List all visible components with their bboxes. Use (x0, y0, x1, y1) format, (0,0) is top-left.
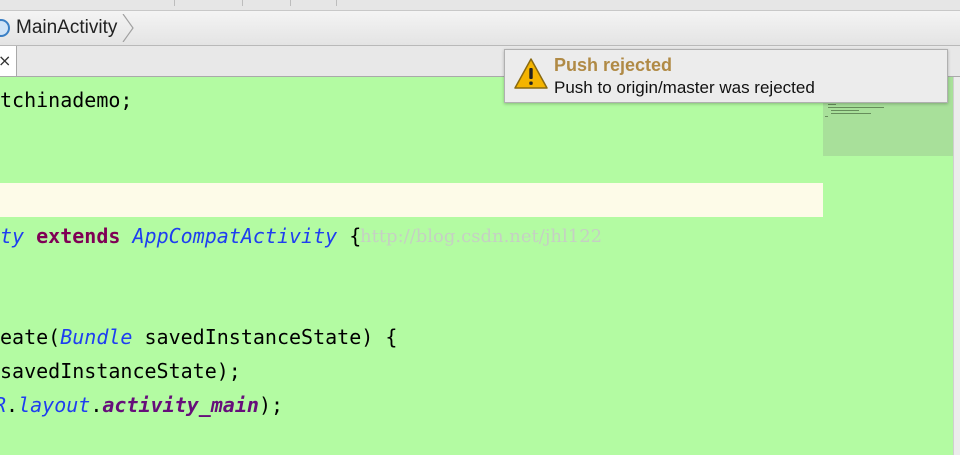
toolbar-separator (242, 0, 243, 6)
minimap-line (828, 107, 884, 108)
navigation-bar: MainActivity (0, 11, 960, 46)
code-text: savedInstanceState) { (132, 325, 398, 349)
code-text: eate( (0, 325, 61, 349)
code-text: . (6, 393, 19, 417)
code-class-name: Bundle (60, 325, 133, 349)
code-text: tchinademo; (0, 88, 133, 112)
push-rejected-notification[interactable]: Push rejected Push to origin/master was … (504, 49, 948, 103)
class-icon (0, 19, 10, 37)
code-line: ty extends AppCompatActivity { (0, 219, 361, 253)
minimap-line (825, 116, 828, 117)
code-text: . (90, 393, 103, 417)
watermark: http://blog.csdn.net/jhl122 (360, 226, 603, 247)
toolbar-separator (290, 0, 291, 6)
breadcrumb-label: MainActivity (16, 17, 118, 38)
code-line: eate(Bundle savedInstanceState) { (0, 320, 397, 354)
code-line: savedInstanceState); (0, 354, 241, 388)
toolbar-separator (336, 0, 337, 6)
minimap-line (828, 104, 836, 105)
code-line: tchinademo; (0, 83, 132, 117)
code-keyword: extends (36, 224, 121, 248)
code-text: savedInstanceState); (0, 359, 241, 383)
notification-message: Push to origin/master was rejected (554, 78, 815, 97)
code-class-name: layout (18, 393, 91, 417)
code-text: ); (258, 393, 284, 417)
editor-tab[interactable]: × (0, 46, 17, 76)
toolbar-separator (174, 0, 175, 6)
code-editor[interactable]: tchinademo; ty extends AppCompatActivity… (0, 77, 953, 455)
vertical-scrollbar[interactable] (953, 77, 960, 455)
current-line-highlight (0, 183, 823, 217)
breadcrumb-chevron-icon (122, 14, 135, 42)
code-text: { (337, 224, 362, 248)
code-line: R.layout.activity_main); (0, 388, 283, 422)
top-toolbar-strip (0, 0, 960, 11)
close-tab-icon[interactable]: × (0, 51, 11, 70)
code-field: activity_main (102, 393, 259, 417)
minimap-line (831, 110, 859, 111)
breadcrumb-main-activity[interactable]: MainActivity (0, 14, 135, 42)
notification-title: Push rejected (554, 55, 673, 75)
warning-icon (514, 58, 548, 89)
code-class-name: AppCompatActivity (132, 224, 338, 248)
minimap-line (831, 113, 871, 114)
code-class-name: ty (0, 224, 25, 248)
